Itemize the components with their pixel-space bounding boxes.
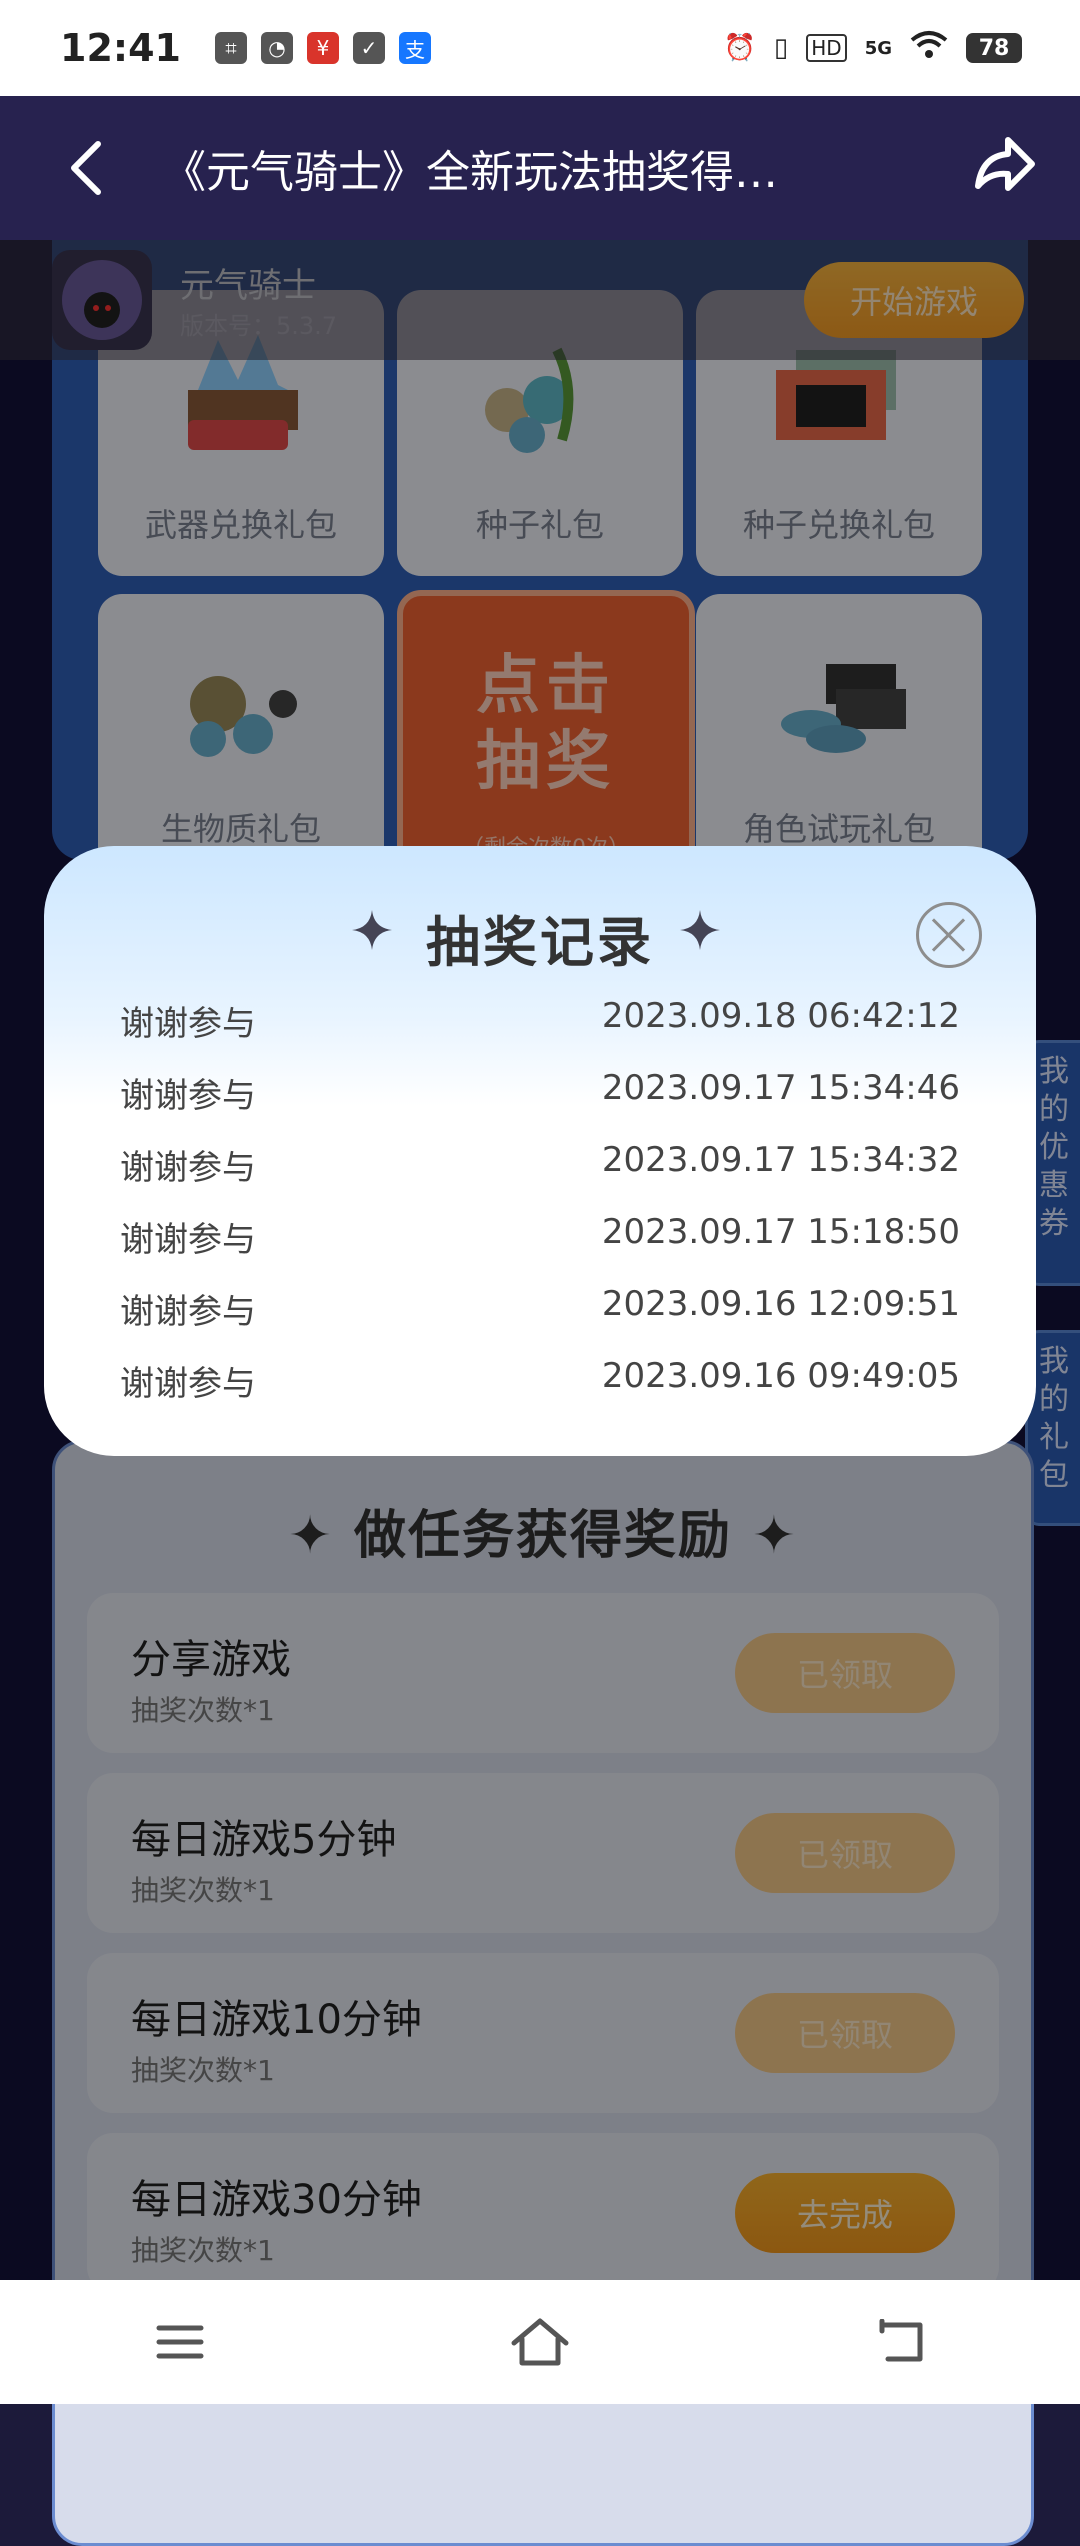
alarm-icon: ⏰ <box>723 33 756 63</box>
back-nav-icon <box>879 2319 923 2362</box>
chevron-left-icon <box>71 141 101 195</box>
record-time: 2023.09.17 15:34:46 <box>601 1068 960 1108</box>
sparkle-icon <box>680 910 720 950</box>
system-nav-bar <box>0 2280 1080 2404</box>
menu-icon <box>156 2325 204 2359</box>
scan-icon: ⌗ <box>214 32 247 64</box>
record-row: 谢谢参与 2023.09.17 15:34:46 <box>120 1068 960 1117</box>
hongbao-icon: ¥ <box>306 32 339 64</box>
back-button[interactable] <box>46 128 126 208</box>
record-time: 2023.09.17 15:18:50 <box>601 1212 960 1252</box>
record-result: 谢谢参与 <box>120 1364 256 1404</box>
wifi-icon <box>910 30 948 67</box>
dialog-title: 抽奖记录 <box>426 911 654 974</box>
app-header: 《元气骑士》全新玩法抽奖得… <box>0 96 1080 240</box>
status-bar: 12:41 ⌗ ◔ ¥ ✓ 支 ⏰ ▯ HD 5G 78 <box>0 0 1080 96</box>
hd-icon: HD <box>806 34 847 62</box>
record-result: 谢谢参与 <box>120 1004 256 1044</box>
draw-records-dialog: 抽奖记录 谢谢参与 2023.09.18 06:42:12 谢谢参与 2023.… <box>44 846 1036 1456</box>
share-icon <box>975 137 1035 191</box>
record-result: 谢谢参与 <box>120 1076 256 1116</box>
status-time: 12:41 <box>60 26 181 70</box>
share-button[interactable] <box>964 126 1044 206</box>
shield-icon: ✓ <box>352 32 385 64</box>
record-row: 谢谢参与 2023.09.16 12:09:51 <box>120 1284 960 1333</box>
wechat-icon: ◔ <box>260 32 293 64</box>
record-result: 谢谢参与 <box>120 1220 256 1260</box>
record-row: 谢谢参与 2023.09.17 15:34:32 <box>120 1140 960 1189</box>
battery-icon: 78 <box>966 33 1022 63</box>
back-nav-button[interactable] <box>860 2302 940 2382</box>
record-time: 2023.09.16 09:49:05 <box>601 1356 960 1396</box>
page-title: 《元气骑士》全新玩法抽奖得… <box>162 147 778 198</box>
record-time: 2023.09.17 15:34:32 <box>601 1140 960 1180</box>
close-icon[interactable] <box>916 902 982 968</box>
record-row: 谢谢参与 2023.09.16 09:49:05 <box>120 1356 960 1405</box>
alipay-icon: 支 <box>398 32 431 64</box>
record-result: 谢谢参与 <box>120 1148 256 1188</box>
record-row: 谢谢参与 2023.09.18 06:42:12 <box>120 996 960 1045</box>
menu-button[interactable] <box>140 2302 220 2382</box>
home-icon <box>511 2318 569 2366</box>
home-button[interactable] <box>500 2302 580 2382</box>
notification-icons: ⌗ ◔ ¥ ✓ 支 <box>214 32 431 64</box>
record-result: 谢谢参与 <box>120 1292 256 1332</box>
vibrate-icon: ▯ <box>773 33 789 63</box>
signal-icon: 5G <box>864 37 892 59</box>
record-row: 谢谢参与 2023.09.17 15:18:50 <box>120 1212 960 1261</box>
record-time: 2023.09.18 06:42:12 <box>601 996 960 1036</box>
record-time: 2023.09.16 12:09:51 <box>601 1284 960 1324</box>
